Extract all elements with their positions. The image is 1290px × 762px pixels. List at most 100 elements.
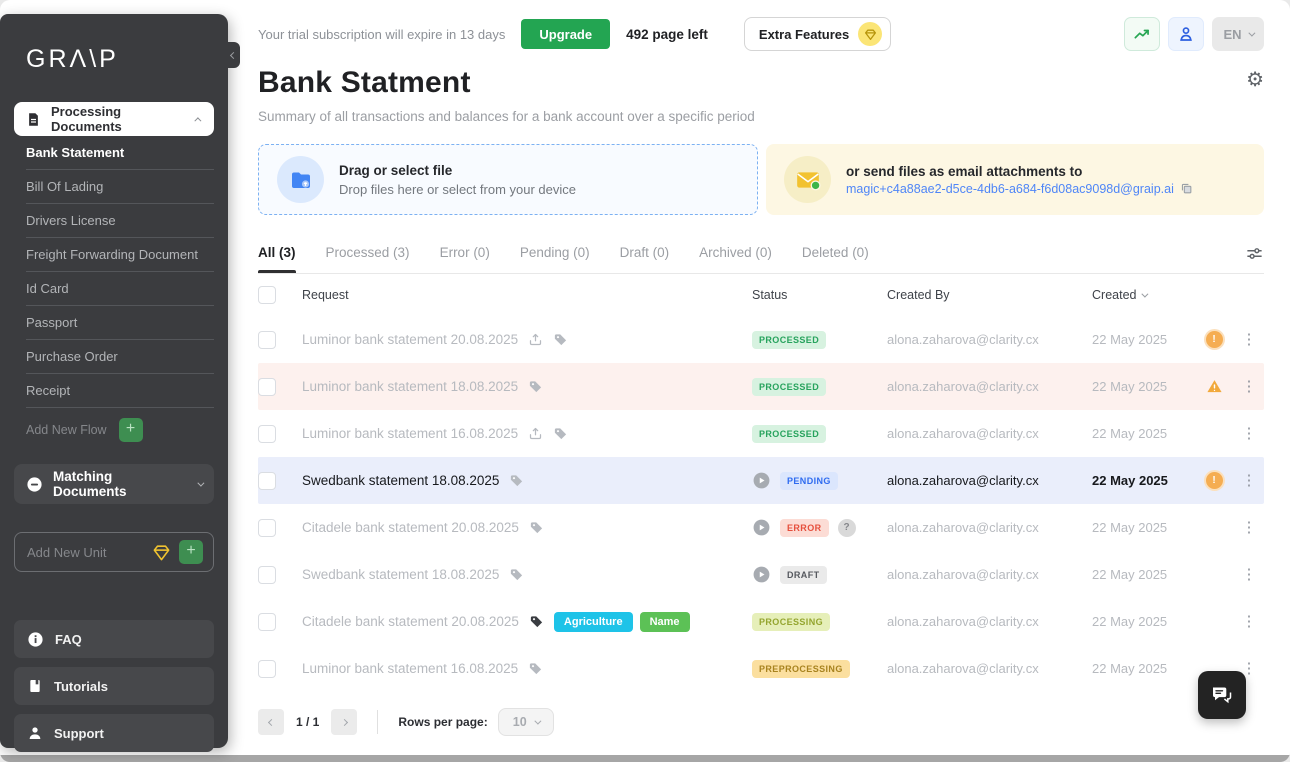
table-header: Request Status Created By Created bbox=[258, 274, 1264, 316]
row-checkbox[interactable] bbox=[258, 472, 276, 490]
sidebar-item-support[interactable]: Support bbox=[14, 714, 214, 752]
row-menu-kebab[interactable]: ⋮ bbox=[1242, 472, 1257, 489]
status-tab[interactable]: Pending (0) bbox=[520, 237, 590, 273]
status-tab[interactable]: All (3) bbox=[258, 237, 296, 273]
topbar: Your trial subscription will expire in 1… bbox=[258, 18, 1264, 50]
tag-icon[interactable] bbox=[553, 426, 568, 441]
processing-documents-section[interactable]: Processing Documents bbox=[14, 102, 214, 136]
sort-chevron-icon bbox=[1142, 290, 1149, 297]
upgrade-button[interactable]: Upgrade bbox=[521, 19, 610, 49]
document-icon bbox=[26, 112, 41, 127]
sidebar-flow-item[interactable]: Bank Statement bbox=[26, 136, 214, 170]
add-flow-plus-button[interactable]: + bbox=[119, 418, 143, 442]
column-header-created[interactable]: Created bbox=[1092, 288, 1194, 302]
table-row[interactable]: Citadele bank statement 20.08.2025 Agric… bbox=[258, 598, 1264, 645]
sidebar-item-faq[interactable]: FAQ bbox=[14, 620, 214, 658]
tag-icon[interactable] bbox=[529, 614, 544, 629]
copy-icon[interactable] bbox=[1180, 182, 1193, 195]
status-tab[interactable]: Draft (0) bbox=[620, 237, 670, 273]
status-tab[interactable]: Archived (0) bbox=[699, 237, 772, 273]
row-menu-kebab[interactable]: ⋮ bbox=[1242, 566, 1257, 583]
tag-chips: AgricultureName bbox=[554, 612, 690, 632]
matching-documents-section[interactable]: Matching Documents bbox=[14, 464, 214, 504]
request-name: Luminor bank statement 16.08.2025 bbox=[302, 426, 518, 441]
file-dropzone[interactable]: Drag or select file Drop files here or s… bbox=[258, 144, 758, 215]
sidebar-flow-item[interactable]: Drivers License bbox=[26, 204, 214, 238]
analytics-button[interactable] bbox=[1124, 17, 1160, 51]
add-new-unit-field[interactable]: Add New Unit + bbox=[14, 532, 214, 572]
sidebar-flow-item[interactable]: Freight Forwarding Document bbox=[26, 238, 214, 272]
row-checkbox[interactable] bbox=[258, 331, 276, 349]
status-tab[interactable]: Processed (3) bbox=[326, 237, 410, 273]
tag-icon[interactable] bbox=[528, 661, 543, 676]
table-row[interactable]: Luminor bank statement 16.08.2025 PREPRO… bbox=[258, 645, 1264, 692]
row-menu-kebab[interactable]: ⋮ bbox=[1242, 613, 1257, 630]
next-page-button[interactable] bbox=[331, 709, 357, 735]
person-icon bbox=[27, 725, 43, 741]
sidebar-flow-item[interactable]: Receipt bbox=[26, 374, 214, 408]
flow-item-label: Bank Statement bbox=[26, 145, 124, 160]
row-menu-kebab[interactable]: ⋮ bbox=[1242, 425, 1257, 442]
rows-per-page-value: 10 bbox=[513, 715, 527, 729]
table-row[interactable]: Swedbank statement 18.08.2025 PENDING al… bbox=[258, 457, 1264, 504]
play-icon[interactable] bbox=[752, 565, 771, 584]
select-all-checkbox[interactable] bbox=[258, 286, 276, 304]
magic-email-link[interactable]: magic+c4a88ae2-d5ce-4db6-a684-f6d08ac909… bbox=[846, 182, 1174, 196]
tag-icon[interactable] bbox=[509, 473, 524, 488]
sidebar-collapse-handle[interactable] bbox=[227, 42, 240, 68]
filter-button[interactable] bbox=[1245, 244, 1264, 273]
table-row[interactable]: Luminor bank statement 16.08.2025 PROCES… bbox=[258, 410, 1264, 457]
request-name: Luminor bank statement 20.08.2025 bbox=[302, 332, 518, 347]
extra-features-button[interactable]: Extra Features bbox=[744, 17, 891, 51]
sidebar-flow-item[interactable]: Bill Of Lading bbox=[26, 170, 214, 204]
sidebar-flow-item[interactable]: Passport bbox=[26, 306, 214, 340]
row-checkbox[interactable] bbox=[258, 425, 276, 443]
table-row[interactable]: Swedbank statement 18.08.2025 DRAFT alon… bbox=[258, 551, 1264, 598]
tag-icon[interactable] bbox=[553, 332, 568, 347]
row-checkbox[interactable] bbox=[258, 519, 276, 537]
rows-per-page-select[interactable]: 10 bbox=[498, 708, 554, 736]
column-header-status[interactable]: Status bbox=[752, 288, 887, 302]
tag-icon[interactable] bbox=[509, 567, 524, 582]
status-badge: PROCESSING bbox=[752, 613, 830, 631]
play-icon[interactable] bbox=[752, 471, 771, 490]
column-header-created-by[interactable]: Created By bbox=[887, 288, 1092, 302]
upload-icon[interactable] bbox=[528, 332, 543, 347]
tag-icon[interactable] bbox=[528, 379, 543, 394]
sidebar-flow-item[interactable]: Purchase Order bbox=[26, 340, 214, 374]
add-unit-plus-button[interactable]: + bbox=[179, 540, 203, 564]
sidebar-footer: FAQ Tutorials Support bbox=[14, 620, 214, 752]
table-row[interactable]: Citadele bank statement 20.08.2025 ERROR… bbox=[258, 504, 1264, 551]
status-tab[interactable]: Error (0) bbox=[440, 237, 490, 273]
row-menu-kebab[interactable]: ⋮ bbox=[1242, 378, 1257, 395]
gear-icon[interactable]: ⚙ bbox=[1246, 66, 1264, 90]
gem-badge-icon bbox=[858, 22, 882, 46]
chat-button[interactable] bbox=[1198, 671, 1246, 719]
page-title: Bank Statment bbox=[258, 66, 471, 100]
main-content: Your trial subscription will expire in 1… bbox=[228, 0, 1290, 736]
sidebar-flow-item[interactable]: Id Card bbox=[26, 272, 214, 306]
row-checkbox[interactable] bbox=[258, 613, 276, 631]
row-checkbox[interactable] bbox=[258, 566, 276, 584]
table-row[interactable]: Luminor bank statement 20.08.2025 PROCES… bbox=[258, 316, 1264, 363]
sidebar-item-tutorials[interactable]: Tutorials bbox=[14, 667, 214, 705]
column-header-request[interactable]: Request bbox=[302, 288, 752, 302]
request-name: Swedbank statement 18.08.2025 bbox=[302, 567, 499, 582]
row-menu-kebab[interactable]: ⋮ bbox=[1242, 519, 1257, 536]
language-select[interactable]: EN bbox=[1212, 17, 1264, 51]
flow-item-label: Freight Forwarding Document bbox=[26, 247, 198, 262]
prev-page-button[interactable] bbox=[258, 709, 284, 735]
created-date: 22 May 2025 bbox=[1092, 614, 1194, 629]
table-row[interactable]: Luminor bank statement 18.08.2025 PROCES… bbox=[258, 363, 1264, 410]
tag-icon[interactable] bbox=[529, 520, 544, 535]
profile-button[interactable] bbox=[1168, 17, 1204, 51]
upload-icon[interactable] bbox=[528, 426, 543, 441]
graip-logo[interactable]: GRΛ\P bbox=[26, 45, 214, 74]
row-checkbox[interactable] bbox=[258, 660, 276, 678]
request-name: Luminor bank statement 16.08.2025 bbox=[302, 661, 518, 676]
row-checkbox[interactable] bbox=[258, 378, 276, 396]
email-envelope-icon bbox=[784, 156, 831, 203]
play-icon[interactable] bbox=[752, 518, 771, 537]
row-menu-kebab[interactable]: ⋮ bbox=[1242, 331, 1257, 348]
status-tab[interactable]: Deleted (0) bbox=[802, 237, 869, 273]
